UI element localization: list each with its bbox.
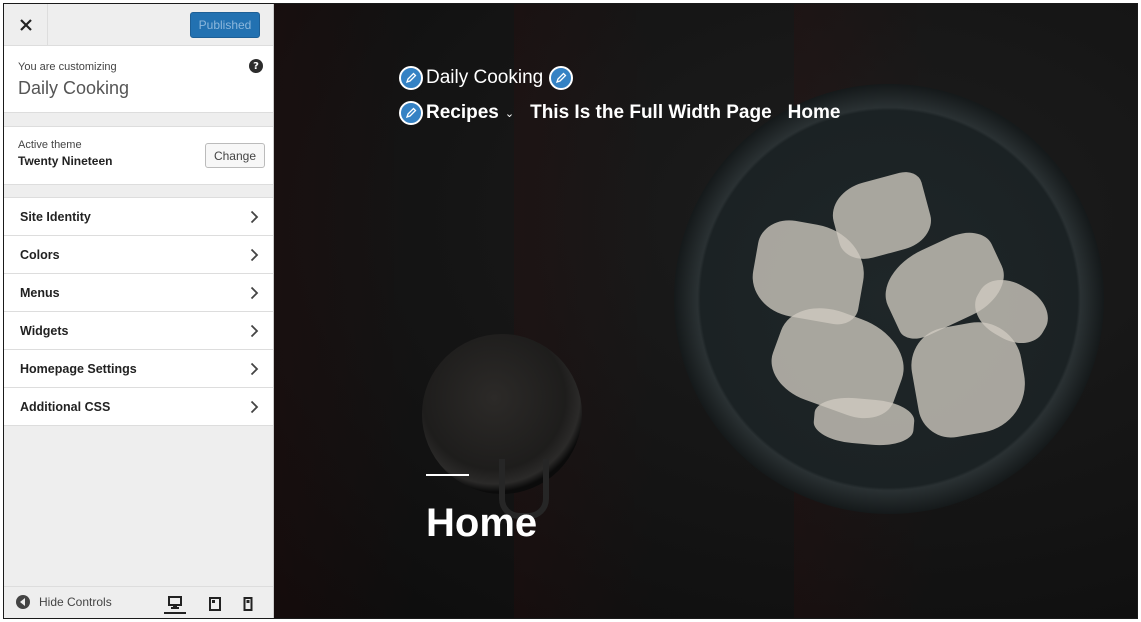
chevron-right-icon bbox=[250, 248, 259, 261]
hide-controls-button[interactable]: Hide Controls bbox=[16, 595, 112, 609]
chevron-right-icon bbox=[250, 400, 259, 413]
chevron-right-icon bbox=[250, 324, 259, 337]
panel-site-identity[interactable]: Site Identity bbox=[4, 198, 273, 236]
tablet-preview-button[interactable] bbox=[204, 594, 226, 614]
change-theme-button[interactable]: Change bbox=[205, 143, 265, 168]
pencil-icon bbox=[556, 72, 567, 84]
customizer-sidebar: Published You are customizing Daily Cook… bbox=[4, 4, 274, 618]
panel-menus[interactable]: Menus bbox=[4, 274, 273, 312]
site-title-link[interactable]: Daily Cooking bbox=[426, 67, 543, 89]
site-preview: Daily Cooking Recipes ⌄ This Is the Full… bbox=[274, 4, 1137, 618]
panel-label: Site Identity bbox=[20, 209, 91, 224]
section-divider bbox=[4, 113, 273, 127]
page-title: Home bbox=[426, 501, 538, 545]
mobile-icon bbox=[243, 597, 253, 611]
collapse-arrow-icon bbox=[16, 595, 30, 609]
panel-label: Additional CSS bbox=[20, 399, 111, 414]
customizer-panels: Site Identity Colors Menus Widgets Homep… bbox=[4, 198, 273, 426]
mobile-preview-button[interactable] bbox=[237, 594, 259, 614]
menu-item-full-width-page[interactable]: This Is the Full Width Page bbox=[530, 102, 772, 124]
hide-controls-label: Hide Controls bbox=[39, 595, 112, 609]
title-divider bbox=[426, 474, 469, 476]
edit-site-description-button[interactable] bbox=[549, 66, 574, 90]
close-button[interactable] bbox=[4, 4, 48, 46]
site-name: Daily Cooking bbox=[18, 78, 130, 98]
pencil-icon bbox=[405, 107, 417, 119]
panel-homepage-settings[interactable]: Homepage Settings bbox=[4, 350, 273, 388]
published-button[interactable]: Published bbox=[190, 12, 260, 38]
panel-label: Colors bbox=[20, 247, 60, 262]
customizing-label: You are customizing bbox=[18, 61, 117, 73]
desktop-preview-button[interactable] bbox=[164, 594, 186, 614]
menu-item-recipes[interactable]: Recipes bbox=[426, 102, 499, 124]
customizing-info: You are customizing Daily Cooking ? bbox=[4, 46, 273, 113]
tablet-icon bbox=[209, 597, 221, 611]
desktop-icon bbox=[168, 596, 182, 609]
panel-label: Homepage Settings bbox=[20, 361, 137, 376]
active-theme-section: Active theme Twenty Nineteen Change bbox=[4, 127, 273, 185]
panel-additional-css[interactable]: Additional CSS bbox=[4, 388, 273, 426]
edit-menu-button[interactable] bbox=[399, 101, 423, 125]
sidebar-footer: Hide Controls bbox=[4, 586, 273, 618]
panel-label: Menus bbox=[20, 285, 60, 300]
background-image-plank bbox=[274, 4, 414, 618]
close-icon bbox=[19, 19, 32, 31]
sidebar-header: Published bbox=[4, 4, 273, 46]
background-image-bowl bbox=[674, 84, 1104, 514]
panel-colors[interactable]: Colors bbox=[4, 236, 273, 274]
chevron-right-icon bbox=[250, 362, 259, 375]
primary-menu: Recipes ⌄ This Is the Full Width Page Ho… bbox=[399, 101, 856, 125]
panel-label: Widgets bbox=[20, 323, 69, 338]
section-divider bbox=[4, 185, 273, 198]
chevron-right-icon bbox=[250, 286, 259, 299]
pencil-icon bbox=[405, 72, 417, 84]
chevron-down-icon[interactable]: ⌄ bbox=[505, 107, 514, 120]
site-header: Daily Cooking bbox=[399, 66, 574, 90]
panel-widgets[interactable]: Widgets bbox=[4, 312, 273, 350]
customizer-window: Published You are customizing Daily Cook… bbox=[3, 3, 1138, 619]
help-icon[interactable]: ? bbox=[249, 59, 263, 73]
edit-site-title-button[interactable] bbox=[399, 66, 423, 90]
menu-item-home[interactable]: Home bbox=[788, 102, 841, 124]
chevron-right-icon bbox=[250, 210, 259, 223]
